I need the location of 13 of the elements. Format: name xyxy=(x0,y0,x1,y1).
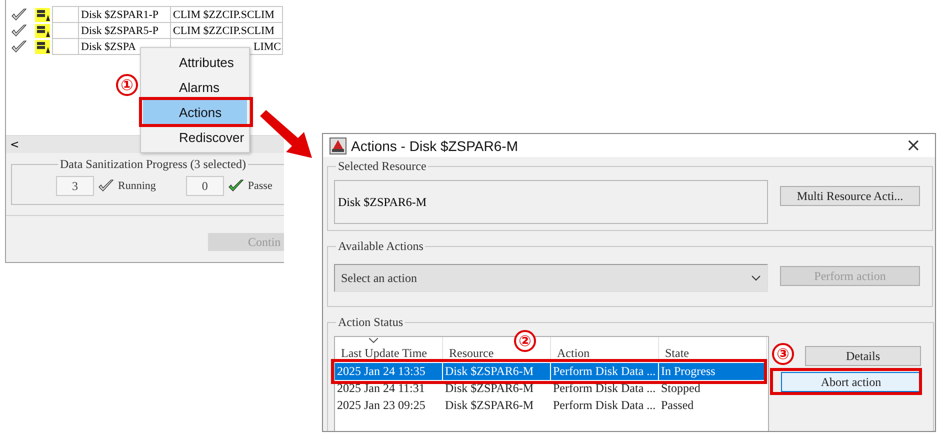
group-title: Available Actions xyxy=(337,239,424,254)
group-title: Action Status xyxy=(337,315,404,330)
group-title: Data Sanitization Progress (3 selected) xyxy=(59,157,247,172)
table-cell: CLIM $ZZCIP.SCLIM xyxy=(170,22,283,39)
table-cell: CLIM $ZZCIP.SCLIM xyxy=(170,6,283,23)
status-label: Running xyxy=(118,180,156,192)
dropdown-placeholder: Select an action xyxy=(341,270,417,286)
status-label: Passe xyxy=(248,180,272,192)
window-title: Actions - Disk $ZSPAR6-M xyxy=(351,138,519,154)
resource-field: Disk $ZSPAR6-M xyxy=(334,180,768,224)
count-field: 0 xyxy=(186,176,224,196)
count-field: 3 xyxy=(56,176,94,196)
group-title: Selected Resource xyxy=(337,159,428,174)
